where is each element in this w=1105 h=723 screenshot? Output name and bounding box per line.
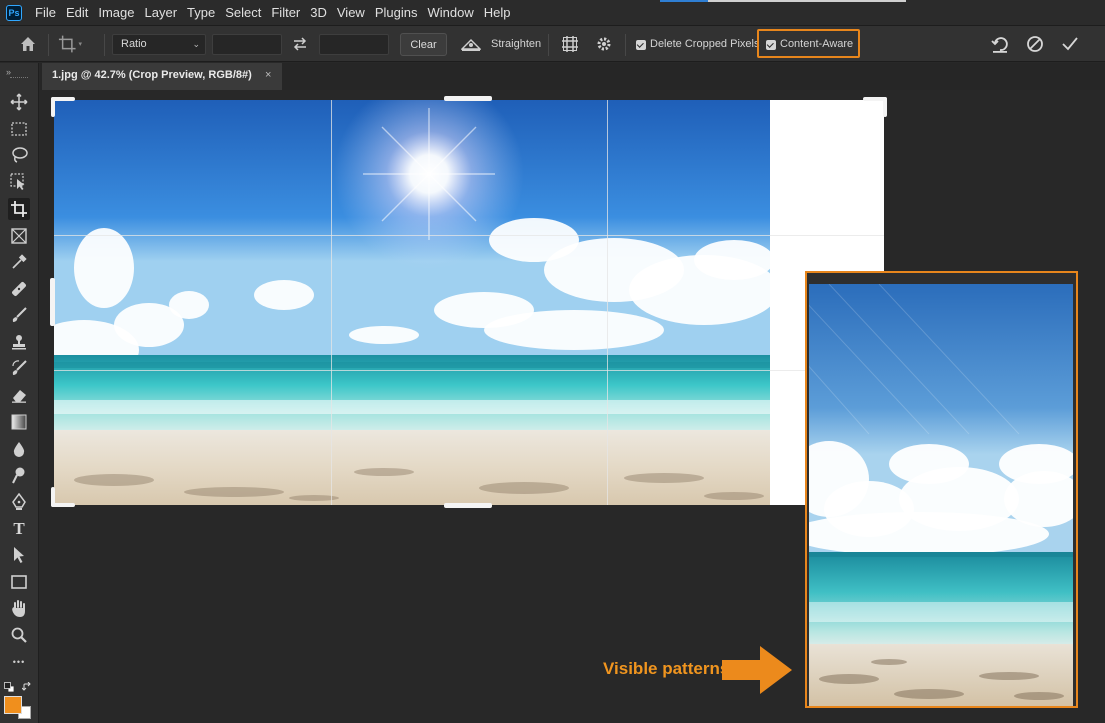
arrow-right-icon: [722, 644, 794, 696]
ratio-width-input[interactable]: [212, 34, 282, 55]
eyedropper-icon[interactable]: [8, 251, 30, 273]
overlay-grid-icon[interactable]: [560, 34, 580, 54]
zoomed-inset-photo: [809, 284, 1073, 706]
clear-button[interactable]: Clear: [400, 33, 447, 56]
crop-icon[interactable]: [8, 198, 30, 220]
crop-grid-line: [54, 370, 884, 371]
crop-handle-bottom[interactable]: [444, 503, 492, 508]
close-icon[interactable]: ×: [265, 63, 271, 88]
frame-icon[interactable]: [8, 225, 30, 247]
chevron-down-icon: ▾: [78, 41, 82, 48]
content-aware-label[interactable]: Content-Aware: [780, 26, 853, 63]
rectangle-icon[interactable]: [8, 571, 30, 593]
separator: [48, 34, 49, 56]
menu-help[interactable]: Help: [479, 0, 516, 25]
pen-icon[interactable]: [8, 491, 30, 513]
menu-view[interactable]: View: [332, 0, 370, 25]
menu-edit[interactable]: Edit: [61, 0, 93, 25]
chevron-down-icon: ⌄: [192, 39, 200, 49]
dodge-icon[interactable]: [8, 464, 30, 486]
top-progress-strip-fill: [660, 0, 708, 2]
menu-image[interactable]: Image: [93, 0, 139, 25]
content-aware-checkbox[interactable]: [766, 40, 776, 50]
separator: [104, 34, 105, 56]
menu-3d[interactable]: 3D: [305, 0, 332, 25]
straighten-icon[interactable]: [460, 35, 482, 53]
crop-grid-line: [607, 100, 608, 505]
history-brush-icon[interactable]: [8, 357, 30, 379]
ratio-height-input[interactable]: [319, 34, 389, 55]
commit-check-icon[interactable]: [1059, 33, 1081, 55]
menu-type[interactable]: Type: [182, 0, 220, 25]
gradient-icon[interactable]: [8, 411, 30, 433]
straighten-label[interactable]: Straighten: [491, 26, 541, 63]
blur-icon[interactable]: [8, 438, 30, 460]
swap-colors-icon[interactable]: [21, 679, 32, 691]
separator: [625, 34, 626, 56]
menu-file[interactable]: File: [30, 0, 61, 25]
reset-icon[interactable]: [989, 33, 1011, 55]
panel-grip-icon[interactable]: [10, 77, 28, 79]
menu-layer[interactable]: Layer: [140, 0, 183, 25]
foreground-color-swatch[interactable]: [4, 696, 22, 714]
brush-icon[interactable]: [8, 304, 30, 326]
crop-handle-top-right[interactable]: [883, 97, 887, 117]
tools-panel: » T •••: [0, 63, 39, 723]
swap-arrows-icon[interactable]: [291, 35, 309, 53]
document-tab-title: 1.jpg @ 42.7% (Crop Preview, RGB/8#): [52, 69, 252, 81]
menu-window[interactable]: Window: [422, 0, 478, 25]
type-icon[interactable]: T: [8, 518, 30, 540]
crop-tool-preset-icon[interactable]: ▾: [58, 33, 82, 55]
stamp-icon[interactable]: [8, 331, 30, 353]
crop-grid-line: [331, 100, 332, 505]
move-icon[interactable]: [8, 91, 30, 113]
healing-icon[interactable]: [8, 278, 30, 300]
options-bar: ▾ Ratio ⌄ Clear Straighten Delete Cropped…: [0, 25, 1105, 62]
crop-handle-top-left[interactable]: [51, 97, 55, 117]
photoshop-logo-icon[interactable]: Ps: [6, 4, 22, 21]
document-tab[interactable]: 1.jpg @ 42.7% (Crop Preview, RGB/8#) ×: [42, 63, 282, 90]
eraser-icon[interactable]: [8, 384, 30, 406]
menu-plugins[interactable]: Plugins: [370, 0, 423, 25]
object-select-icon[interactable]: [8, 171, 30, 193]
crop-handle-bottom-left[interactable]: [51, 487, 55, 507]
menu-bar: Ps File Edit Image Layer Type Select Fil…: [0, 0, 1105, 25]
crop-grid-line: [54, 235, 884, 236]
crop-handle-left[interactable]: [50, 278, 55, 326]
ratio-select-value: Ratio: [121, 38, 147, 50]
hand-icon[interactable]: [8, 597, 30, 619]
menu-filter[interactable]: Filter: [266, 0, 305, 25]
beach-photo: [54, 100, 770, 505]
path-select-icon[interactable]: [8, 544, 30, 566]
ratio-select[interactable]: Ratio ⌄: [112, 34, 206, 55]
annotation-label: Visible patterns: [603, 659, 730, 678]
document-tab-bar: 1.jpg @ 42.7% (Crop Preview, RGB/8#) ×: [40, 63, 1105, 90]
home-icon[interactable]: [18, 34, 38, 54]
delete-cropped-label[interactable]: Delete Cropped Pixels: [650, 26, 759, 63]
default-colors-icon[interactable]: [4, 679, 15, 693]
marquee-icon[interactable]: [8, 118, 30, 140]
delete-cropped-checkbox[interactable]: [636, 40, 646, 50]
menu-select[interactable]: Select: [220, 0, 266, 25]
separator: [548, 34, 549, 56]
gear-icon[interactable]: [594, 34, 614, 54]
zoom-icon[interactable]: [8, 624, 30, 646]
crop-handle-top[interactable]: [444, 96, 492, 101]
more-icon[interactable]: •••: [8, 651, 30, 673]
cancel-icon[interactable]: [1024, 33, 1046, 55]
lasso-icon[interactable]: [8, 144, 30, 166]
panel-collapse-icon[interactable]: »: [6, 67, 11, 77]
